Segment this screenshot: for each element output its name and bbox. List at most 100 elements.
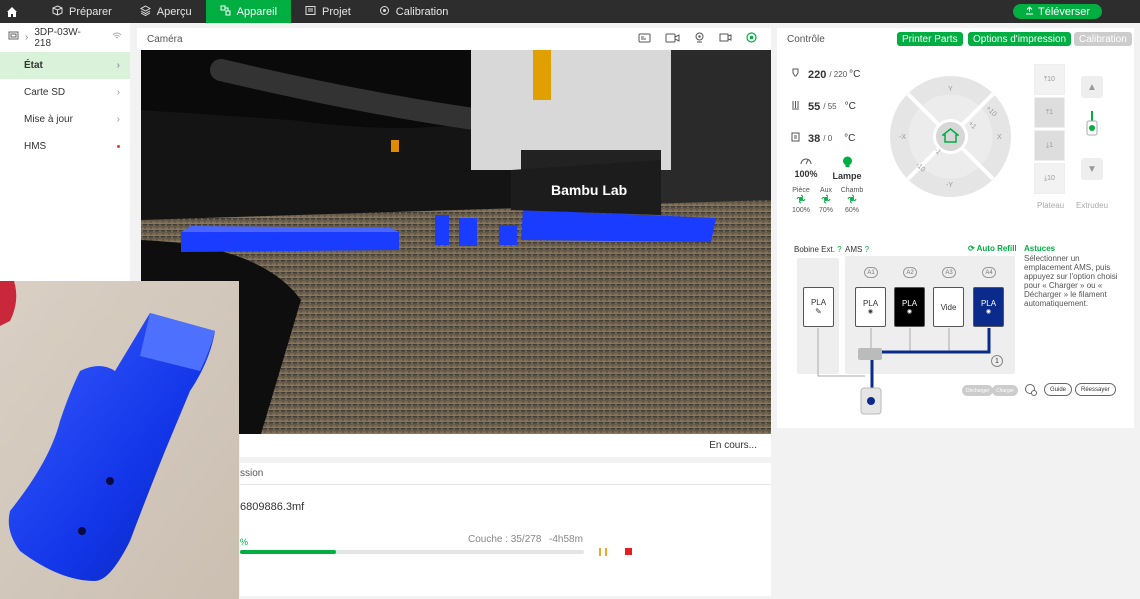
progress-bar-fill: [240, 550, 337, 554]
help-icon[interactable]: ?: [837, 245, 841, 254]
calibration-button[interactable]: Calibration: [1074, 32, 1132, 46]
fan-value: 70%: [818, 207, 833, 214]
sidebar-item-update[interactable]: Mise à jour ›: [0, 106, 130, 133]
extrude-down-button[interactable]: ▼: [1081, 158, 1103, 180]
chevron-right-icon: ›: [25, 32, 29, 43]
pause-button[interactable]: [599, 548, 607, 556]
project-icon: [305, 5, 316, 19]
eye-icon: ◉: [985, 309, 992, 315]
ams-slot[interactable]: PLA ◉: [894, 287, 925, 327]
triangle-up-icon: ▲: [1087, 81, 1097, 93]
chamber-icon: [791, 132, 800, 145]
ext-spool-slot[interactable]: PLA ✎: [803, 287, 834, 327]
tab-preview[interactable]: Aperçu: [126, 0, 206, 23]
auto-refill-label: Auto Refill: [976, 244, 1017, 253]
ams-slot-tag: A3: [942, 267, 956, 278]
ext-spool-text: Bobine Ext.: [794, 245, 835, 254]
z-down-10-button[interactable]: ⤓ 10: [1034, 163, 1065, 194]
print-options-button[interactable]: Options d'impression: [968, 32, 1072, 46]
extruder-controls: ▲ ▼: [1081, 76, 1103, 180]
upload-label: Téléverser: [1038, 5, 1090, 18]
fan-part[interactable]: Pièce 100%: [791, 187, 811, 214]
z-step-label: 10: [1047, 175, 1055, 182]
print-status-row: En cours...: [240, 434, 771, 457]
refresh-icon: ⟳: [968, 244, 977, 253]
speedometer-icon: [794, 156, 818, 169]
sd-record-icon[interactable]: [638, 32, 651, 46]
z-up-10-button[interactable]: ⤒ 10: [1034, 64, 1065, 95]
tips-title: Astuces: [1024, 244, 1056, 253]
slot-material: PLA: [810, 298, 827, 307]
ams-slot[interactable]: PLA ◉: [855, 287, 886, 327]
ams-slot[interactable]: PLA ◉: [973, 287, 1004, 327]
stop-button[interactable]: [625, 548, 632, 555]
settings-gear-icon[interactable]: [746, 32, 757, 46]
tab-label: Projet: [322, 5, 351, 18]
jog-x-minus[interactable]: -X: [899, 134, 906, 141]
fan-aux[interactable]: Aux 70%: [816, 187, 836, 214]
webcam-icon[interactable]: [694, 32, 705, 46]
jog-x-plus[interactable]: X: [997, 134, 1002, 141]
calibration-icon: [379, 5, 390, 19]
home-axes-icon[interactable]: [940, 128, 961, 146]
triangle-down-icon: ▼: [1087, 163, 1097, 175]
fan-label: Chamb: [840, 187, 864, 194]
slot-material: PLA: [862, 299, 879, 308]
sidebar-item-status[interactable]: État ›: [0, 52, 130, 79]
tips-text: Sélectionner un emplacement AMS, puis ap…: [1024, 254, 1118, 308]
speed-value: 100%: [794, 169, 818, 179]
device-selector[interactable]: › 3DP-03W-218: [0, 23, 130, 52]
timelapse-icon[interactable]: [665, 32, 680, 46]
retry-button[interactable]: Réessayer: [1075, 383, 1116, 396]
unload-button[interactable]: Décharger: [962, 385, 994, 396]
control-title: Contrôle: [787, 33, 825, 45]
jog-y-minus[interactable]: -Y: [946, 182, 953, 189]
blue-part-image: [0, 281, 239, 599]
z-step-label: 10: [1047, 76, 1055, 83]
extrude-up-button[interactable]: ▲: [1081, 76, 1103, 98]
xy-jog-pad[interactable]: Y -Y X -X +10 +1 -1 -10: [890, 76, 1011, 197]
sidebar-item-label: État: [24, 60, 43, 71]
load-button[interactable]: Charger: [992, 385, 1019, 396]
bed-temp-row[interactable]: 55 / 55 °C: [791, 100, 856, 113]
time-remaining: -4h58m: [549, 534, 583, 545]
guide-button[interactable]: Guide: [1044, 383, 1073, 396]
ams-text: AMS: [845, 245, 863, 254]
sidebar-item-label: Carte SD: [24, 87, 66, 98]
sidebar-item-sd-card[interactable]: Carte SD ›: [0, 79, 130, 106]
fan-chamber[interactable]: Chamb 60%: [840, 187, 864, 214]
speed-control[interactable]: 100%: [794, 156, 818, 179]
help-icon[interactable]: ?: [865, 245, 869, 254]
home-icon[interactable]: [0, 0, 24, 23]
ext-spool-label: Bobine Ext. ?: [794, 245, 842, 254]
chamber-temp-row[interactable]: 38 / 0 °C: [791, 132, 855, 145]
print-filename: 6809886.3mf: [240, 501, 305, 513]
nozzle-temp-row[interactable]: 220 / 220 °C: [791, 68, 860, 81]
z-down-1-button[interactable]: ⤓ 1: [1034, 130, 1065, 161]
chevron-right-icon: ›: [116, 114, 120, 125]
z-up-1-button[interactable]: ⤒ 1: [1034, 97, 1065, 128]
sidebar-item-hms[interactable]: HMS: [0, 133, 130, 160]
fan-icon: [840, 194, 864, 207]
fan-icon: [816, 194, 836, 207]
step-indicator: 1: [991, 355, 1003, 367]
tab-device[interactable]: Appareil: [205, 0, 292, 23]
tab-prepare[interactable]: Préparer: [38, 0, 126, 23]
ams-settings-icon[interactable]: [1024, 383, 1038, 400]
printer-parts-button[interactable]: Printer Parts: [897, 32, 963, 46]
ams-slot-tag: A1: [864, 267, 878, 278]
slot-material: PLA: [901, 299, 918, 308]
tab-project[interactable]: Projet: [291, 0, 365, 23]
chevron-right-icon: ›: [116, 87, 120, 98]
lamp-toggle[interactable]: Lampe: [832, 156, 862, 181]
video-icon[interactable]: [719, 32, 732, 46]
extruder-graphic: [1081, 98, 1103, 158]
chamber-temp-current: 38: [808, 132, 821, 145]
progress-bar: [240, 550, 584, 554]
cube-icon: [52, 4, 63, 19]
upload-button[interactable]: Téléverser: [1013, 4, 1102, 19]
ams-slot[interactable]: Vide: [933, 287, 964, 327]
tab-calibration[interactable]: Calibration: [365, 0, 463, 23]
auto-refill-toggle[interactable]: ⟳ Auto Refill: [968, 244, 1017, 253]
jog-y-plus[interactable]: Y: [948, 86, 953, 93]
